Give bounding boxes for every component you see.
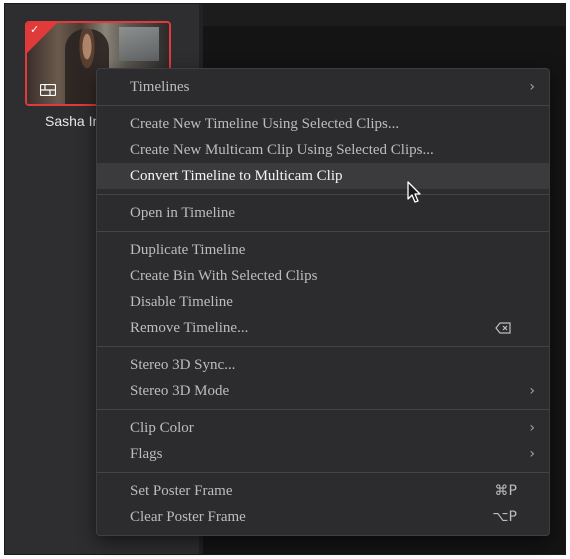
menu-item-label: Stereo 3D Sync... — [130, 357, 236, 373]
menu-item-open-in-timeline[interactable]: Open in Timeline — [97, 200, 549, 226]
menu-item-label: Flags — [130, 446, 163, 462]
menu-item-set-poster-frame[interactable]: Set Poster Frame ⌘P — [97, 478, 549, 504]
menu-separator — [97, 409, 549, 410]
menu-item-label: Create Bin With Selected Clips — [130, 268, 318, 284]
menu-item-duplicate-timeline[interactable]: Duplicate Timeline — [97, 237, 549, 263]
menu-item-label: Disable Timeline — [130, 294, 233, 310]
menu-item-timelines[interactable]: Timelines › — [97, 74, 549, 100]
menu-item-label: Stereo 3D Mode — [130, 383, 230, 399]
menu-item-label: Create New Multicam Clip Using Selected … — [130, 142, 434, 158]
menu-separator — [97, 472, 549, 473]
mouse-pointer-icon — [407, 181, 421, 203]
menu-item-remove-timeline[interactable]: Remove Timeline... — [97, 315, 549, 341]
menu-separator — [97, 346, 549, 347]
menu-separator — [97, 194, 549, 195]
background-window — [119, 27, 159, 61]
menu-item-label: Open in Timeline — [130, 205, 236, 221]
menu-separator — [97, 231, 549, 232]
menu-item-convert-to-multicam[interactable]: Convert Timeline to Multicam Clip — [97, 163, 549, 189]
shortcut-label: ⌥P — [492, 509, 517, 525]
menu-separator — [97, 105, 549, 106]
menu-item-label: Timelines — [130, 79, 190, 95]
timeline-icon — [40, 84, 56, 96]
shortcut-label: ⌘P — [494, 483, 517, 499]
chevron-right-icon: › — [529, 383, 535, 399]
menu-item-label: Clip Color — [130, 420, 194, 436]
menu-item-flags[interactable]: Flags › — [97, 441, 549, 467]
menu-item-label: Remove Timeline... — [130, 320, 249, 336]
delete-key-icon — [495, 322, 511, 334]
menu-item-create-new-timeline[interactable]: Create New Timeline Using Selected Clips… — [97, 111, 549, 137]
chevron-right-icon: › — [529, 420, 535, 436]
chevron-right-icon: › — [529, 79, 535, 95]
context-menu: Timelines › Create New Timeline Using Se… — [96, 68, 550, 536]
menu-item-create-bin[interactable]: Create Bin With Selected Clips — [97, 263, 549, 289]
menu-item-disable-timeline[interactable]: Disable Timeline — [97, 289, 549, 315]
menu-item-clip-color[interactable]: Clip Color › — [97, 415, 549, 441]
menu-item-label: Clear Poster Frame — [130, 509, 246, 525]
menu-item-stereo-mode[interactable]: Stereo 3D Mode › — [97, 378, 549, 404]
menu-item-label: Convert Timeline to Multicam Clip — [130, 168, 343, 184]
menu-item-label: Create New Timeline Using Selected Clips… — [130, 116, 400, 132]
menu-item-label: Set Poster Frame — [130, 483, 233, 499]
menu-item-clear-poster-frame[interactable]: Clear Poster Frame ⌥P — [97, 504, 549, 530]
menu-item-label: Duplicate Timeline — [130, 242, 246, 258]
menu-item-create-new-multicam[interactable]: Create New Multicam Clip Using Selected … — [97, 137, 549, 163]
chevron-right-icon: › — [529, 446, 535, 462]
checkmark-icon: ✓ — [30, 23, 40, 36]
menu-item-stereo-sync[interactable]: Stereo 3D Sync... — [97, 352, 549, 378]
